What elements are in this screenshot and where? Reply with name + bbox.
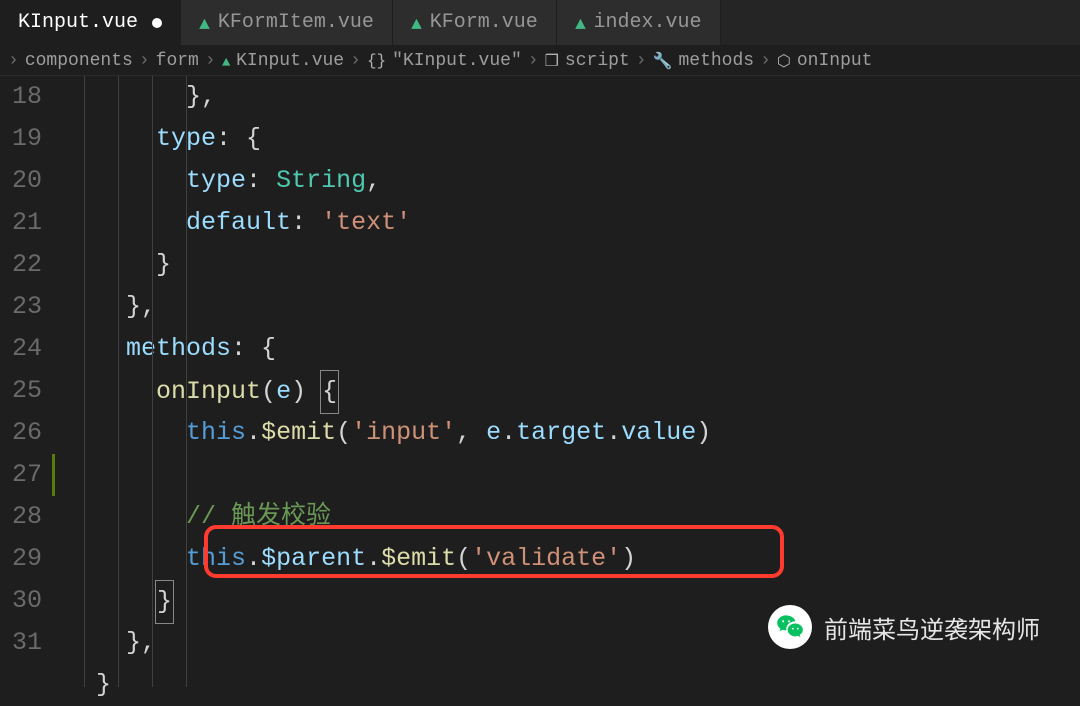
line-number: 26 xyxy=(0,412,42,454)
line-number: 28 xyxy=(0,496,42,538)
breadcrumb-item[interactable]: components xyxy=(25,51,133,71)
breadcrumb-item[interactable]: script xyxy=(565,51,630,71)
vue-icon: ▼ xyxy=(222,53,230,69)
line-number: 24 xyxy=(0,328,42,370)
editor-area: 18 19 20 21 22 23 24 25 26 27 28 29 30 3… xyxy=(0,76,1080,687)
breadcrumb-item[interactable]: form xyxy=(156,51,199,71)
change-indicator xyxy=(52,454,55,496)
tab-label: KFormItem.vue xyxy=(218,11,374,34)
tab-kformitem[interactable]: ▼ KFormItem.vue xyxy=(181,0,393,45)
vue-icon: ▼ xyxy=(199,13,210,33)
wechat-icon xyxy=(768,605,812,649)
wrench-icon: 🔧 xyxy=(653,51,673,71)
chevron-right-icon: › xyxy=(528,51,539,71)
watermark: 前端菜鸟逆袭架构师 xyxy=(768,605,1040,649)
code-line: this.$emit('input', e.target.value) xyxy=(66,412,1080,454)
line-number: 25 xyxy=(0,370,42,412)
breadcrumb-item[interactable]: KInput.vue xyxy=(236,51,344,71)
line-number: 29 xyxy=(0,538,42,580)
watermark-text: 前端菜鸟逆袭架构师 xyxy=(824,610,1040,645)
tab-kform[interactable]: ▼ KForm.vue xyxy=(393,0,557,45)
breadcrumb-item[interactable]: methods xyxy=(678,51,754,71)
chevron-right-icon: › xyxy=(760,51,771,71)
tab-kinput[interactable]: KInput.vue xyxy=(0,0,181,45)
line-number: 27 xyxy=(0,454,42,496)
code-line: } xyxy=(66,664,1080,706)
breadcrumb: › components › form › ▼ KInput.vue › {} … xyxy=(0,46,1080,76)
line-number: 23 xyxy=(0,286,42,328)
editor-tabs: KInput.vue ▼ KFormItem.vue ▼ KForm.vue ▼… xyxy=(0,0,1080,46)
chevron-right-icon: › xyxy=(350,51,361,71)
code-line: methods: { xyxy=(66,328,1080,370)
code-line: } xyxy=(66,244,1080,286)
code-line: // 触发校验 xyxy=(66,496,1080,538)
chevron-right-icon: › xyxy=(205,51,216,71)
cube-icon: ❒ xyxy=(545,51,559,71)
breadcrumb-item[interactable]: onInput xyxy=(797,51,873,71)
chevron-right-icon: › xyxy=(636,51,647,71)
tab-label: index.vue xyxy=(594,11,702,34)
line-number: 18 xyxy=(0,76,42,118)
tab-index[interactable]: ▼ index.vue xyxy=(557,0,721,45)
code-line: }, xyxy=(66,76,1080,118)
line-number: 30 xyxy=(0,580,42,622)
code-content[interactable]: }, type: { type: String, default: 'text'… xyxy=(56,76,1080,687)
code-line: }, xyxy=(66,286,1080,328)
line-number: 20 xyxy=(0,160,42,202)
code-line: default: 'text' xyxy=(66,202,1080,244)
tab-label: KInput.vue xyxy=(18,11,138,34)
vue-icon: ▼ xyxy=(575,13,586,33)
line-number: 19 xyxy=(0,118,42,160)
code-line: type: String, xyxy=(66,160,1080,202)
code-line: type: { xyxy=(66,118,1080,160)
indent-guide xyxy=(152,76,153,687)
vue-icon: ▼ xyxy=(411,13,422,33)
line-number: 21 xyxy=(0,202,42,244)
code-line: this.$parent.$emit('validate') xyxy=(66,538,1080,580)
line-gutter: 18 19 20 21 22 23 24 25 26 27 28 29 30 3… xyxy=(0,76,56,687)
tab-label: KForm.vue xyxy=(430,11,538,34)
indent-guide xyxy=(186,76,187,687)
code-line xyxy=(66,454,1080,496)
modified-dot-icon xyxy=(152,18,162,28)
chevron-right-icon: › xyxy=(139,51,150,71)
chevron-right-icon: › xyxy=(8,51,19,71)
line-number: 31 xyxy=(0,622,42,664)
box-icon: ⬡ xyxy=(777,51,791,71)
code-line: onInput(e) { xyxy=(66,370,1080,412)
line-number: 22 xyxy=(0,244,42,286)
breadcrumb-item[interactable]: "KInput.vue" xyxy=(392,51,522,71)
braces-icon: {} xyxy=(367,52,386,70)
indent-guide xyxy=(84,76,85,687)
indent-guide xyxy=(118,76,119,687)
